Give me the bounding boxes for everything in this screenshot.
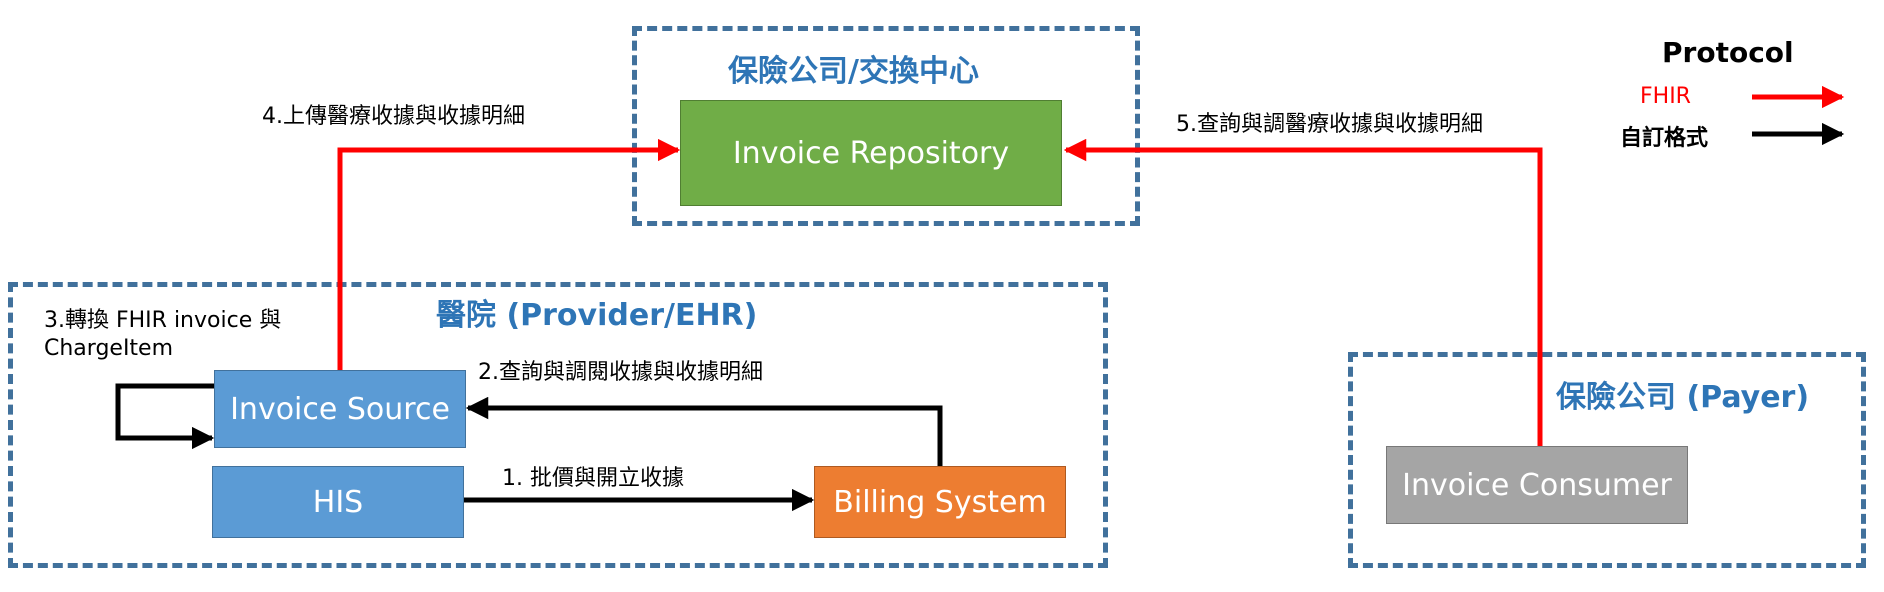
connector-layer bbox=[115, 85, 1845, 512]
legend-custom-label: 自訂格式 bbox=[1620, 126, 1709, 151]
step4-label: 4.上傳醫療收據與收據明細 bbox=[262, 104, 525, 129]
step1-label: 1. 批價與開立收據 bbox=[502, 466, 684, 491]
arrow-step5-query bbox=[1063, 138, 1543, 446]
step5-label: 5.查詢與調醫療收據與收據明細 bbox=[1176, 112, 1483, 137]
diagram-canvas: 保險公司/交換中心 醫院 (Provider/EHR) 保險公司 (Payer)… bbox=[0, 0, 1884, 592]
step2-label: 2.查詢與調閱收據與收據明細 bbox=[478, 360, 763, 385]
step3-label-line1: 3.轉換 FHIR invoice 與 bbox=[44, 308, 282, 333]
legend-title: Protocol bbox=[1662, 36, 1794, 69]
arrow-step3-self-loop bbox=[115, 383, 215, 450]
legend-fhir-label: FHIR bbox=[1640, 84, 1691, 109]
step3-label-line2: ChargeItem bbox=[44, 336, 174, 361]
arrow-step2-retrieve bbox=[465, 396, 943, 466]
arrow-step4-upload bbox=[337, 138, 681, 370]
